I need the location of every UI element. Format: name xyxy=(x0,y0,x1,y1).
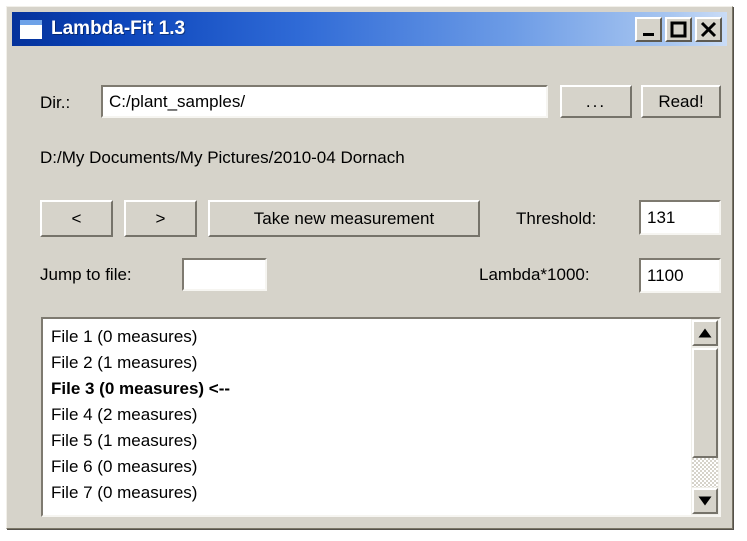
jump-to-file-label: Jump to file: xyxy=(40,265,132,284)
scrollbar-thumb[interactable] xyxy=(692,348,718,458)
list-item[interactable]: File 1 (0 measures) xyxy=(51,324,689,350)
minimize-button[interactable] xyxy=(635,16,662,42)
jump-to-file-input[interactable] xyxy=(182,258,267,291)
read-button[interactable]: Read! xyxy=(641,85,721,118)
window-title: Lambda-Fit 1.3 xyxy=(51,18,186,39)
file-list-items: File 1 (0 measures) File 2 (1 measures) Fi… xyxy=(43,324,689,506)
dir-label: Dir.: xyxy=(40,93,71,112)
next-file-button[interactable]: > xyxy=(124,200,197,237)
current-path-label: D:/My Documents/My Pictures/2010-04 Dorn… xyxy=(40,148,405,167)
scroll-down-button[interactable] xyxy=(692,488,718,514)
list-item[interactable]: File 3 (0 measures) <-- xyxy=(51,376,689,402)
list-item[interactable]: File 4 (2 measures) xyxy=(51,402,689,428)
threshold-input[interactable]: 131 xyxy=(639,200,721,235)
titlebar: Lambda-Fit 1.3 xyxy=(12,12,727,46)
lambda-label: Lambda*1000: xyxy=(479,265,590,284)
list-item[interactable]: File 5 (1 measures) xyxy=(51,428,689,454)
list-item[interactable]: File 2 (1 measures) xyxy=(51,350,689,376)
window-document-icon xyxy=(20,19,42,39)
previous-file-button[interactable]: < xyxy=(40,200,113,237)
lambda-input[interactable]: 1100 xyxy=(639,258,721,293)
scroll-down-icon xyxy=(698,496,712,506)
dir-input[interactable]: C:/plant_samples/ xyxy=(101,85,548,118)
caption-button-group xyxy=(635,16,722,42)
browse-button[interactable]: ... xyxy=(560,85,632,118)
list-item[interactable]: File 7 (0 measures) xyxy=(51,480,689,506)
file-listbox[interactable]: File 1 (0 measures) File 2 (1 measures) Fi… xyxy=(41,317,721,517)
scroll-up-button[interactable] xyxy=(692,320,718,346)
window-client-area: Lambda-Fit 1.3 Dir.: C:/plant_samples/ .… xyxy=(9,9,730,526)
maximize-button[interactable] xyxy=(665,16,692,42)
threshold-label: Threshold: xyxy=(516,209,597,228)
take-new-measurement-button[interactable]: Take new measurement xyxy=(208,200,480,237)
close-button[interactable] xyxy=(695,16,722,42)
minimize-icon xyxy=(643,32,654,36)
maximize-icon xyxy=(670,21,687,37)
scroll-up-icon xyxy=(698,328,712,338)
close-icon xyxy=(700,21,717,37)
application-window: Lambda-Fit 1.3 Dir.: C:/plant_samples/ .… xyxy=(6,6,733,529)
scrollbar-track[interactable] xyxy=(692,458,718,487)
listbox-vertical-scrollbar[interactable] xyxy=(691,319,719,515)
list-item[interactable]: File 6 (0 measures) xyxy=(51,454,689,480)
